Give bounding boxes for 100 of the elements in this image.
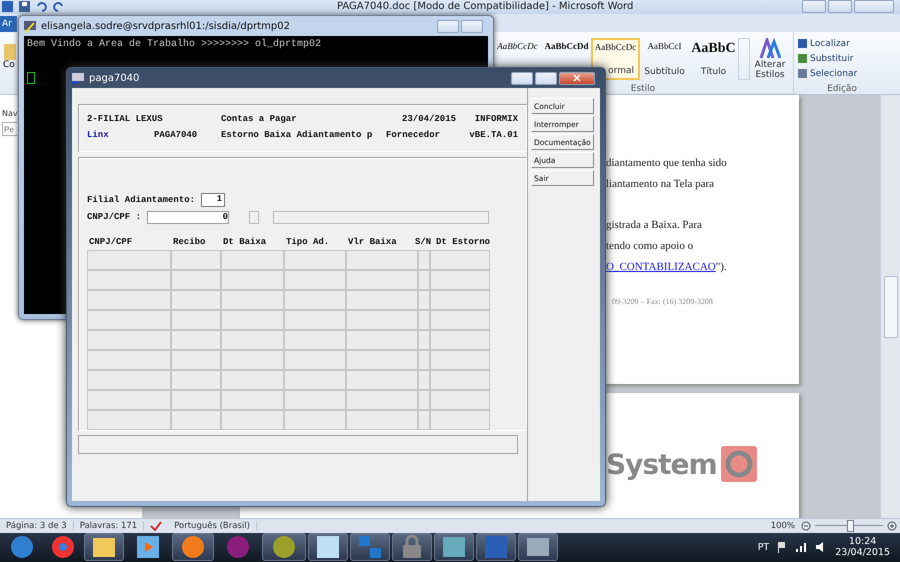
clock-time[interactable]: 10:24 bbox=[848, 536, 876, 548]
table-cell[interactable] bbox=[346, 410, 418, 430]
table-cell[interactable] bbox=[346, 290, 418, 310]
table-cell[interactable] bbox=[171, 330, 221, 350]
signal-icon[interactable] bbox=[795, 542, 808, 552]
clipboard-icon[interactable] bbox=[3, 42, 17, 60]
table-cell[interactable] bbox=[171, 390, 221, 410]
table-cell[interactable] bbox=[284, 410, 346, 430]
style-option[interactable]: AaBbCcDd bbox=[542, 38, 591, 60]
taskbar-button[interactable] bbox=[518, 533, 558, 562]
table-cell[interactable] bbox=[221, 350, 284, 370]
table-cell[interactable] bbox=[284, 310, 346, 330]
table-cell[interactable] bbox=[430, 370, 490, 390]
table-cell[interactable] bbox=[418, 270, 430, 290]
taskbar-button[interactable] bbox=[262, 533, 306, 562]
zoom-in-icon[interactable] bbox=[887, 520, 897, 531]
table-cell[interactable] bbox=[418, 410, 430, 430]
table-cell[interactable] bbox=[418, 350, 430, 370]
style-option[interactable]: AaBbCcI Subtítulo bbox=[640, 38, 689, 80]
table-cell[interactable] bbox=[87, 290, 171, 310]
close-button[interactable] bbox=[559, 72, 595, 84]
table-cell[interactable] bbox=[171, 310, 221, 330]
table-cell[interactable] bbox=[171, 250, 221, 270]
table-cell[interactable] bbox=[430, 350, 490, 370]
table-cell[interactable] bbox=[221, 290, 284, 310]
table-cell[interactable] bbox=[284, 270, 346, 290]
style-option[interactable]: AaBbCcDc ormal bbox=[591, 38, 640, 80]
clock-date[interactable]: 23/04/2015 bbox=[835, 547, 890, 558]
taskbar-button[interactable] bbox=[434, 533, 474, 562]
edit-command[interactable]: Selecionar bbox=[798, 66, 886, 82]
zoom-level[interactable]: 100% bbox=[770, 520, 795, 531]
table-cell[interactable] bbox=[346, 330, 418, 350]
table-cell[interactable] bbox=[221, 330, 284, 350]
file-tab[interactable]: Ar bbox=[0, 16, 17, 32]
table-cell[interactable] bbox=[430, 330, 490, 350]
input-field[interactable] bbox=[249, 210, 260, 224]
table-cell[interactable] bbox=[418, 390, 430, 410]
table-cell[interactable] bbox=[221, 410, 284, 430]
table-cell[interactable] bbox=[418, 370, 430, 390]
table-cell[interactable] bbox=[418, 290, 430, 310]
zoom-slider[interactable] bbox=[846, 520, 854, 532]
table-cell[interactable] bbox=[87, 250, 171, 270]
table-cell[interactable] bbox=[430, 310, 490, 330]
flag-icon[interactable] bbox=[777, 542, 788, 553]
style-option[interactable]: AaBbCcDc bbox=[493, 38, 542, 60]
table-cell[interactable] bbox=[430, 250, 490, 270]
table-cell[interactable] bbox=[221, 370, 284, 390]
table-cell[interactable] bbox=[87, 390, 171, 410]
table-cell[interactable] bbox=[284, 330, 346, 350]
table-cell[interactable] bbox=[346, 390, 418, 410]
maximize-button[interactable] bbox=[535, 72, 557, 84]
taskbar-button[interactable] bbox=[84, 533, 124, 562]
table-cell[interactable] bbox=[221, 310, 284, 330]
table-cell[interactable] bbox=[221, 390, 284, 410]
table-cell[interactable] bbox=[284, 350, 346, 370]
input-field[interactable]: 0 bbox=[147, 210, 230, 224]
language-indicator[interactable]: PT bbox=[758, 542, 770, 553]
table-cell[interactable] bbox=[171, 350, 221, 370]
table-cell[interactable] bbox=[346, 270, 418, 290]
gallery-scroll[interactable] bbox=[738, 38, 750, 80]
table-cell[interactable] bbox=[284, 390, 346, 410]
table-cell[interactable] bbox=[87, 310, 171, 330]
table-cell[interactable] bbox=[171, 270, 221, 290]
taskbar-button[interactable] bbox=[172, 533, 214, 562]
language-label[interactable]: Português (Brasil) bbox=[168, 520, 257, 531]
table-cell[interactable] bbox=[430, 390, 490, 410]
save-icon[interactable] bbox=[19, 1, 30, 12]
table-cell[interactable] bbox=[284, 370, 346, 390]
table-cell[interactable] bbox=[430, 410, 490, 430]
scrollbar[interactable] bbox=[880, 95, 900, 518]
table-cell[interactable] bbox=[346, 350, 418, 370]
document-link[interactable]: O_CONTABILIZACAO bbox=[606, 261, 716, 274]
table-cell[interactable] bbox=[346, 370, 418, 390]
search-field[interactable]: Pe bbox=[2, 122, 17, 136]
table-cell[interactable] bbox=[87, 410, 171, 430]
table-cell[interactable] bbox=[171, 370, 221, 390]
table-cell[interactable] bbox=[171, 290, 221, 310]
table-cell[interactable] bbox=[87, 270, 171, 290]
taskbar-button[interactable] bbox=[308, 533, 348, 562]
table-cell[interactable] bbox=[87, 330, 171, 350]
spellcheck-icon[interactable] bbox=[150, 520, 162, 531]
zoom-out-icon[interactable] bbox=[801, 520, 811, 531]
style-option[interactable]: AaBbC Título bbox=[689, 38, 738, 80]
table-cell[interactable] bbox=[221, 270, 284, 290]
table-cell[interactable] bbox=[430, 290, 490, 310]
table-cell[interactable] bbox=[171, 410, 221, 430]
table-cell[interactable] bbox=[87, 350, 171, 370]
table-cell[interactable] bbox=[284, 290, 346, 310]
table-cell[interactable] bbox=[221, 250, 284, 270]
redo-icon[interactable] bbox=[53, 1, 64, 12]
input-field[interactable] bbox=[273, 210, 490, 224]
restore-button[interactable] bbox=[828, 0, 852, 14]
edit-command[interactable]: Substituir bbox=[798, 51, 886, 66]
table-cell[interactable] bbox=[418, 310, 430, 330]
input-field[interactable]: 1 bbox=[201, 193, 226, 207]
minimize-button[interactable] bbox=[511, 72, 533, 84]
table-cell[interactable] bbox=[346, 250, 418, 270]
table-cell[interactable] bbox=[87, 370, 171, 390]
table-cell[interactable] bbox=[346, 310, 418, 330]
table-cell[interactable] bbox=[284, 250, 346, 270]
